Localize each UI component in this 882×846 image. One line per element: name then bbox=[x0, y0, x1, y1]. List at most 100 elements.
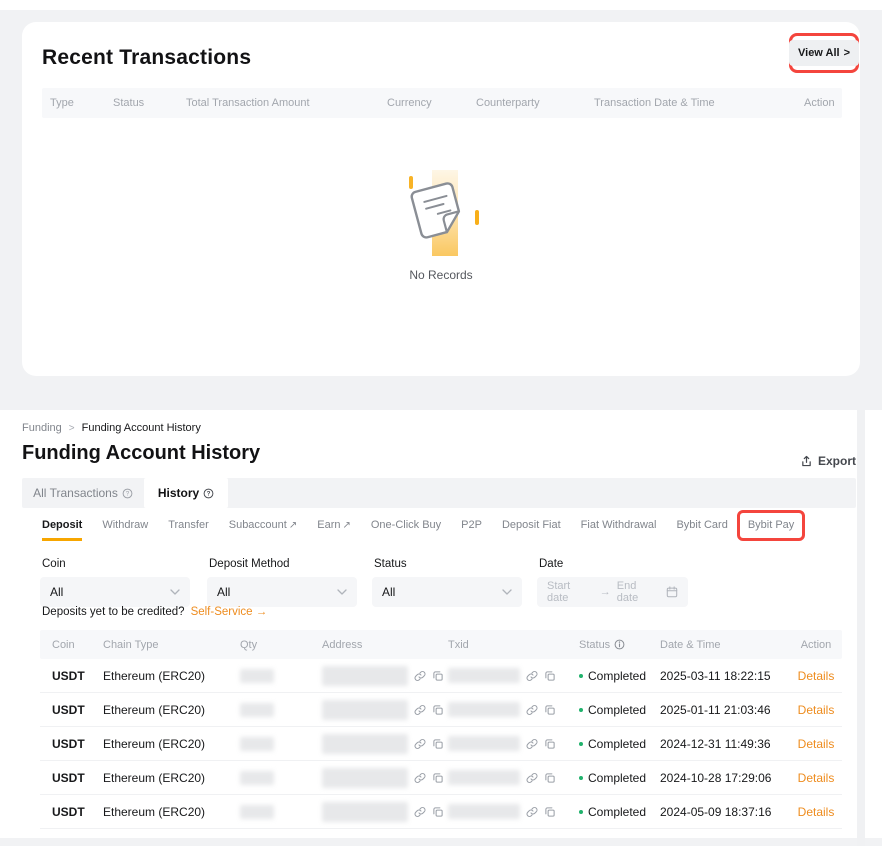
export-icon bbox=[800, 455, 813, 468]
copy-icon[interactable] bbox=[432, 806, 444, 818]
details-link[interactable]: Details bbox=[790, 703, 842, 717]
status-cell-label: Completed bbox=[588, 805, 646, 819]
subtab-bybit-card[interactable]: Bybit Card bbox=[676, 519, 727, 541]
link-icon[interactable] bbox=[526, 738, 538, 750]
copy-icon[interactable] bbox=[544, 704, 556, 716]
deposit-table-header: Coin Chain Type Qty Address Txid Status … bbox=[40, 630, 842, 659]
coin-select[interactable]: All bbox=[40, 577, 190, 607]
redacted-address bbox=[322, 666, 408, 686]
redacted-qty bbox=[240, 737, 274, 751]
coin-cell: USDT bbox=[52, 669, 103, 683]
link-icon[interactable] bbox=[526, 670, 538, 682]
link-icon[interactable] bbox=[414, 670, 426, 682]
column-header-status: Status bbox=[113, 97, 186, 109]
link-icon[interactable] bbox=[414, 738, 426, 750]
datetime-cell: 2025-01-11 21:03:46 bbox=[660, 703, 790, 717]
status-cell-label: Completed bbox=[588, 703, 646, 717]
subtab-subaccount[interactable]: Subaccount↗ bbox=[229, 519, 298, 541]
datetime-cell: 2024-10-28 17:29:06 bbox=[660, 771, 790, 785]
history-subtabs: Deposit Withdraw Transfer Subaccount↗ Ea… bbox=[42, 519, 794, 541]
tab-all-transactions[interactable]: All Transactions ? bbox=[22, 478, 144, 508]
status-dot bbox=[579, 708, 583, 712]
self-service-link[interactable]: Self-Service → bbox=[191, 606, 268, 618]
chevron-down-icon bbox=[170, 589, 180, 595]
tab-label: All Transactions bbox=[33, 486, 118, 500]
chain-type-cell: Ethereum (ERC20) bbox=[103, 805, 240, 819]
subtab-withdraw[interactable]: Withdraw bbox=[102, 519, 148, 541]
subtab-label: Earn bbox=[317, 519, 340, 531]
coin-cell: USDT bbox=[52, 805, 103, 819]
column-header-status: Status bbox=[579, 639, 660, 651]
credit-notice: Deposits yet to be credited? Self-Servic… bbox=[42, 606, 267, 618]
link-icon[interactable] bbox=[526, 772, 538, 784]
status-select[interactable]: All bbox=[372, 577, 522, 607]
no-records-label: No Records bbox=[22, 268, 860, 282]
export-button[interactable]: Export bbox=[800, 454, 856, 468]
link-icon[interactable] bbox=[526, 704, 538, 716]
copy-icon[interactable] bbox=[544, 806, 556, 818]
column-header-action: Action bbox=[804, 97, 843, 109]
external-link-icon: ↗ bbox=[342, 520, 350, 531]
details-link[interactable]: Details bbox=[790, 771, 842, 785]
filter-deposit-method: Deposit Method All bbox=[207, 558, 357, 607]
datetime-cell: 2024-12-31 11:49:36 bbox=[660, 737, 790, 751]
copy-icon[interactable] bbox=[432, 772, 444, 784]
external-link-icon: ↗ bbox=[289, 520, 297, 531]
status-cell-label: Completed bbox=[588, 669, 646, 683]
subtab-deposit-fiat[interactable]: Deposit Fiat bbox=[502, 519, 561, 541]
copy-icon[interactable] bbox=[432, 670, 444, 682]
copy-icon[interactable] bbox=[544, 670, 556, 682]
arrow-right-icon: → bbox=[256, 606, 268, 618]
link-icon[interactable] bbox=[414, 806, 426, 818]
empty-state: No Records bbox=[22, 168, 860, 282]
table-row: USDT Ethereum (ERC20) Completed 2024-12-… bbox=[40, 727, 842, 761]
datetime-cell: 2024-05-09 18:37:16 bbox=[660, 805, 790, 819]
subtab-label: Bybit Pay bbox=[748, 519, 794, 531]
coin-select-value: All bbox=[50, 585, 63, 599]
subtab-deposit[interactable]: Deposit bbox=[42, 519, 82, 541]
subtab-transfer[interactable]: Transfer bbox=[168, 519, 209, 541]
details-link[interactable]: Details bbox=[790, 669, 842, 683]
breadcrumb: Funding > Funding Account History bbox=[22, 422, 201, 434]
status-dot bbox=[579, 674, 583, 678]
status-dot bbox=[579, 810, 583, 814]
breadcrumb-funding[interactable]: Funding bbox=[22, 422, 62, 434]
recent-transactions-title: Recent Transactions bbox=[42, 46, 251, 70]
redacted-qty bbox=[240, 669, 274, 683]
subtab-earn[interactable]: Earn↗ bbox=[317, 519, 351, 541]
subtab-bybit-pay[interactable]: Bybit Pay bbox=[748, 519, 794, 541]
deposit-method-select[interactable]: All bbox=[207, 577, 357, 607]
link-icon[interactable] bbox=[414, 704, 426, 716]
table-row: USDT Ethereum (ERC20) Completed 2024-10-… bbox=[40, 761, 842, 795]
column-header-date-time: Date & Time bbox=[660, 639, 790, 651]
details-link[interactable]: Details bbox=[790, 737, 842, 751]
subtab-fiat-withdrawal[interactable]: Fiat Withdrawal bbox=[581, 519, 657, 541]
copy-icon[interactable] bbox=[544, 738, 556, 750]
next-section-edge bbox=[0, 838, 882, 846]
breadcrumb-separator-icon: > bbox=[69, 423, 75, 434]
filter-status: Status All bbox=[372, 558, 522, 607]
status-dot bbox=[579, 776, 583, 780]
view-all-button[interactable]: View All > bbox=[789, 40, 859, 66]
subtab-p2p[interactable]: P2P bbox=[461, 519, 482, 541]
copy-icon[interactable] bbox=[432, 738, 444, 750]
recent-transactions-card: Recent Transactions View All > Type Stat… bbox=[22, 22, 860, 376]
column-header-action: Action bbox=[790, 639, 842, 651]
svg-text:?: ? bbox=[126, 490, 130, 497]
link-icon[interactable] bbox=[414, 772, 426, 784]
funding-history-panel: Funding > Funding Account History Fundin… bbox=[0, 410, 882, 846]
chain-type-cell: Ethereum (ERC20) bbox=[103, 771, 240, 785]
column-header-chain-type: Chain Type bbox=[103, 639, 240, 651]
scrollbar-track[interactable] bbox=[857, 410, 865, 846]
subtab-one-click-buy[interactable]: One-Click Buy bbox=[371, 519, 441, 541]
date-range-input[interactable]: Start date → End date bbox=[537, 577, 688, 607]
tab-history[interactable]: History ? bbox=[144, 478, 228, 508]
filter-date: Date Start date → End date bbox=[537, 558, 688, 607]
details-link[interactable]: Details bbox=[790, 805, 842, 819]
status-select-value: All bbox=[382, 585, 395, 599]
coin-cell: USDT bbox=[52, 737, 103, 751]
link-icon[interactable] bbox=[526, 806, 538, 818]
copy-icon[interactable] bbox=[432, 704, 444, 716]
column-header-counterparty: Counterparty bbox=[476, 97, 594, 109]
copy-icon[interactable] bbox=[544, 772, 556, 784]
